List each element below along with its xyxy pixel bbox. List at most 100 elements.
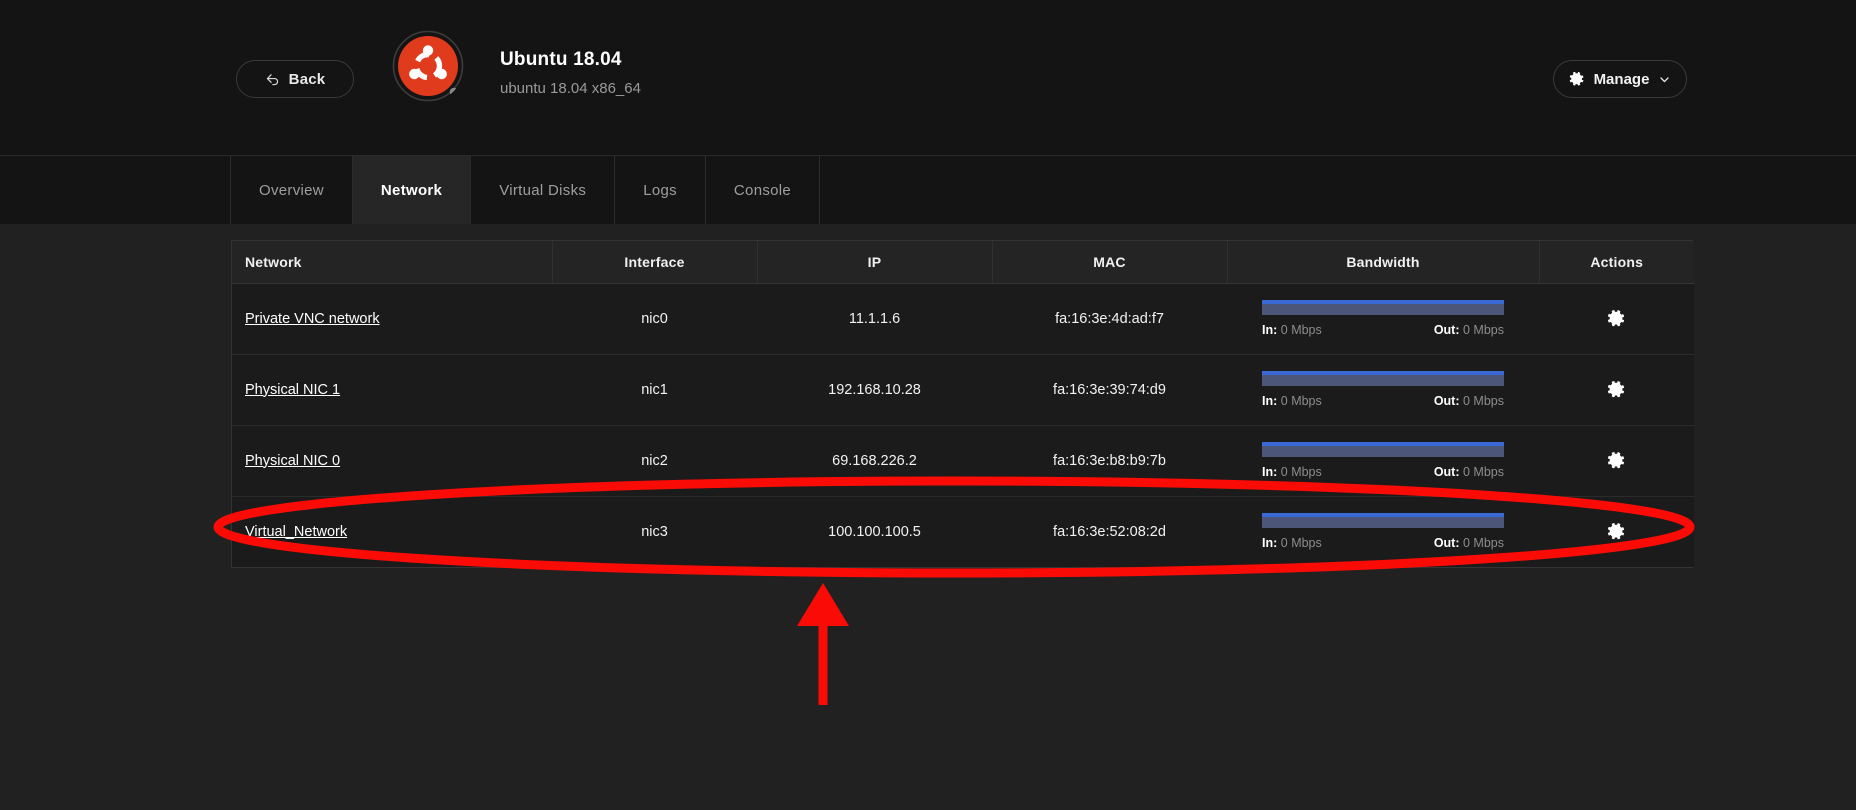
column-header-ip: IP bbox=[757, 241, 993, 284]
cell-interface: nic0 bbox=[552, 283, 757, 355]
cell-ip: 192.168.10.28 bbox=[757, 354, 992, 426]
bandwidth-out-value: 0 Mbps bbox=[1463, 394, 1504, 408]
cell-bandwidth: In: 0 Mbps Out: 0 Mbps bbox=[1227, 425, 1539, 497]
cell-actions bbox=[1539, 283, 1694, 355]
back-arrow-icon bbox=[266, 73, 278, 85]
bandwidth-bar bbox=[1262, 371, 1504, 386]
bandwidth-in: In: 0 Mbps bbox=[1262, 323, 1322, 337]
bandwidth-in-value: 0 Mbps bbox=[1280, 323, 1322, 337]
bandwidth-values: In: 0 Mbps Out: 0 Mbps bbox=[1262, 536, 1504, 550]
table-header-row: Network Interface IP MAC Bandwidth Actio… bbox=[232, 241, 1694, 284]
ubuntu-logo-icon bbox=[392, 30, 464, 102]
bandwidth-bar bbox=[1262, 300, 1504, 315]
bandwidth-out-label: Out: bbox=[1433, 465, 1460, 479]
cell-mac: fa:16:3e:4d:ad:f7 bbox=[992, 283, 1227, 355]
cell-interface: nic1 bbox=[552, 354, 757, 426]
cell-network: Private VNC network bbox=[232, 283, 552, 355]
tabbar-right-spacer bbox=[820, 156, 1856, 224]
cell-mac: fa:16:3e:52:08:2d bbox=[992, 496, 1227, 567]
tab-bar: Overview Network Virtual Disks Logs Cons… bbox=[0, 156, 1856, 224]
manage-button-label: Manage bbox=[1593, 70, 1650, 88]
tab-network[interactable]: Network bbox=[352, 156, 472, 224]
tab-overview[interactable]: Overview bbox=[231, 156, 353, 224]
bandwidth-out: Out: 0 Mbps bbox=[1434, 323, 1504, 337]
cell-bandwidth: In: 0 Mbps Out: 0 Mbps bbox=[1227, 496, 1539, 567]
bandwidth-out-value: 0 Mbps bbox=[1463, 465, 1504, 479]
cell-mac: fa:16:3e:39:74:d9 bbox=[992, 354, 1227, 426]
row-settings-button[interactable] bbox=[1604, 519, 1630, 545]
row-settings-button[interactable] bbox=[1604, 447, 1630, 473]
bandwidth-in-label: In: bbox=[1262, 323, 1278, 337]
bandwidth-in: In: 0 Mbps bbox=[1262, 465, 1322, 479]
column-header-bandwidth: Bandwidth bbox=[1227, 241, 1540, 284]
network-link[interactable]: Physical NIC 1 bbox=[245, 382, 340, 398]
bandwidth-out: Out: 0 Mbps bbox=[1434, 536, 1504, 550]
gear-icon bbox=[1607, 380, 1625, 397]
tab-overview-label: Overview bbox=[259, 181, 324, 199]
bandwidth-bar bbox=[1262, 442, 1504, 457]
bandwidth-in-label: In: bbox=[1262, 536, 1278, 551]
back-button-label: Back bbox=[288, 70, 326, 88]
bandwidth-in: In: 0 Mbps bbox=[1262, 394, 1322, 408]
bandwidth-out: Out: 0 Mbps bbox=[1434, 394, 1504, 408]
cell-interface: nic2 bbox=[552, 425, 757, 497]
row-settings-button[interactable] bbox=[1604, 376, 1630, 402]
bandwidth-in-value: 0 Mbps bbox=[1280, 536, 1322, 551]
table-row: Physical NIC 1 nic1 192.168.10.28 fa:16:3e:… bbox=[232, 354, 1694, 426]
bandwidth-values: In: 0 Mbps Out: 0 Mbps bbox=[1262, 323, 1504, 337]
bandwidth-out: Out: 0 Mbps bbox=[1434, 465, 1504, 479]
column-header-actions: Actions bbox=[1539, 241, 1694, 284]
tab-virtual-disks[interactable]: Virtual Disks bbox=[471, 156, 616, 224]
cell-network: Physical NIC 1 bbox=[232, 354, 552, 426]
gear-icon bbox=[1569, 71, 1583, 86]
cell-interface: nic3 bbox=[552, 496, 757, 567]
network-page: Back Ubuntu 18.04 ubuntu 18.04 x86_64 Ma… bbox=[0, 0, 1856, 810]
back-button[interactable]: Back bbox=[236, 60, 354, 98]
cell-mac: fa:16:3e:b8:b9:7b bbox=[992, 425, 1227, 497]
tab-virtual-disks-label: Virtual Disks bbox=[499, 181, 587, 199]
bandwidth-in-label: In: bbox=[1262, 465, 1278, 479]
tab-logs-label: Logs bbox=[643, 181, 677, 199]
bandwidth-in-value: 0 Mbps bbox=[1280, 394, 1322, 408]
network-table-container: Network Interface IP MAC Bandwidth Actio… bbox=[231, 240, 1694, 568]
bandwidth-out-label: Out: bbox=[1433, 323, 1460, 337]
tab-logs[interactable]: Logs bbox=[615, 156, 706, 224]
cell-ip: 69.168.226.2 bbox=[757, 425, 992, 497]
tab-network-label: Network bbox=[380, 181, 443, 199]
network-table: Network Interface IP MAC Bandwidth Actio… bbox=[232, 241, 1694, 567]
bandwidth-out-value: 0 Mbps bbox=[1463, 536, 1504, 551]
cell-bandwidth: In: 0 Mbps Out: 0 Mbps bbox=[1227, 354, 1539, 426]
cell-ip: 100.100.100.5 bbox=[757, 496, 992, 567]
network-link[interactable]: Virtual_Network bbox=[245, 524, 347, 540]
chevron-down-icon bbox=[1660, 76, 1670, 82]
page-title: Ubuntu 18.04 bbox=[500, 49, 622, 70]
table-row: Private VNC network nic0 11.1.1.6 fa:16:3e:… bbox=[232, 283, 1694, 355]
cell-actions bbox=[1539, 425, 1694, 497]
page-header: Back Ubuntu 18.04 ubuntu 18.04 x86_64 Ma… bbox=[0, 0, 1856, 156]
tab-console-label: Console bbox=[733, 181, 792, 199]
bandwidth-in: In: 0 Mbps bbox=[1262, 536, 1322, 550]
manage-button[interactable]: Manage bbox=[1553, 60, 1687, 98]
table-row: Virtual_Network nic3 100.100.100.5 fa:16:3e… bbox=[232, 496, 1694, 567]
row-settings-button[interactable] bbox=[1604, 305, 1630, 331]
cell-actions bbox=[1539, 496, 1694, 567]
cell-bandwidth: In: 0 Mbps Out: 0 Mbps bbox=[1227, 283, 1539, 355]
cell-network: Virtual_Network bbox=[232, 496, 552, 567]
bandwidth-values: In: 0 Mbps Out: 0 Mbps bbox=[1262, 394, 1504, 408]
cell-actions bbox=[1539, 354, 1694, 426]
bandwidth-in-label: In: bbox=[1262, 394, 1278, 408]
bandwidth-out-label: Out: bbox=[1433, 394, 1460, 408]
network-link[interactable]: Private VNC network bbox=[245, 311, 380, 327]
bandwidth-bar bbox=[1262, 513, 1504, 529]
bandwidth-out-label: Out: bbox=[1433, 536, 1460, 551]
table-header: Network Interface IP MAC Bandwidth Actio… bbox=[232, 241, 1694, 284]
network-link[interactable]: Physical NIC 0 bbox=[245, 453, 340, 469]
gear-icon bbox=[1607, 523, 1625, 540]
bandwidth-in-value: 0 Mbps bbox=[1280, 465, 1322, 479]
table-body: Private VNC network nic0 11.1.1.6 fa:16:3e:… bbox=[232, 283, 1694, 567]
tab-console[interactable]: Console bbox=[706, 156, 821, 224]
bandwidth-values: In: 0 Mbps Out: 0 Mbps bbox=[1262, 465, 1504, 479]
cell-network: Physical NIC 0 bbox=[232, 425, 552, 497]
column-header-interface: Interface bbox=[552, 241, 758, 284]
table-row: Physical NIC 0 nic2 69.168.226.2 fa:16:3e:b… bbox=[232, 425, 1694, 497]
